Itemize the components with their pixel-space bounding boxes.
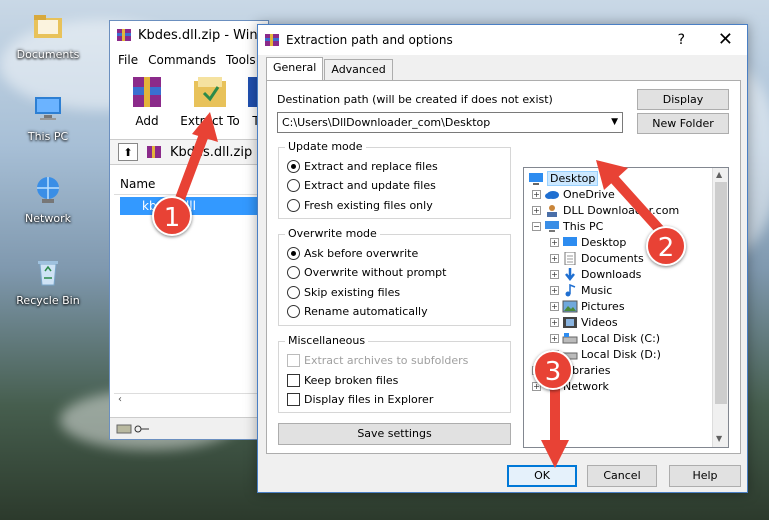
arrow-3	[541, 375, 569, 468]
arrow-1	[173, 112, 218, 209]
callout-badge-3: 3	[533, 350, 573, 390]
callout-badge-1: 1	[152, 196, 192, 236]
arrow-2	[596, 160, 665, 235]
callout-badge-2: 2	[646, 226, 686, 266]
